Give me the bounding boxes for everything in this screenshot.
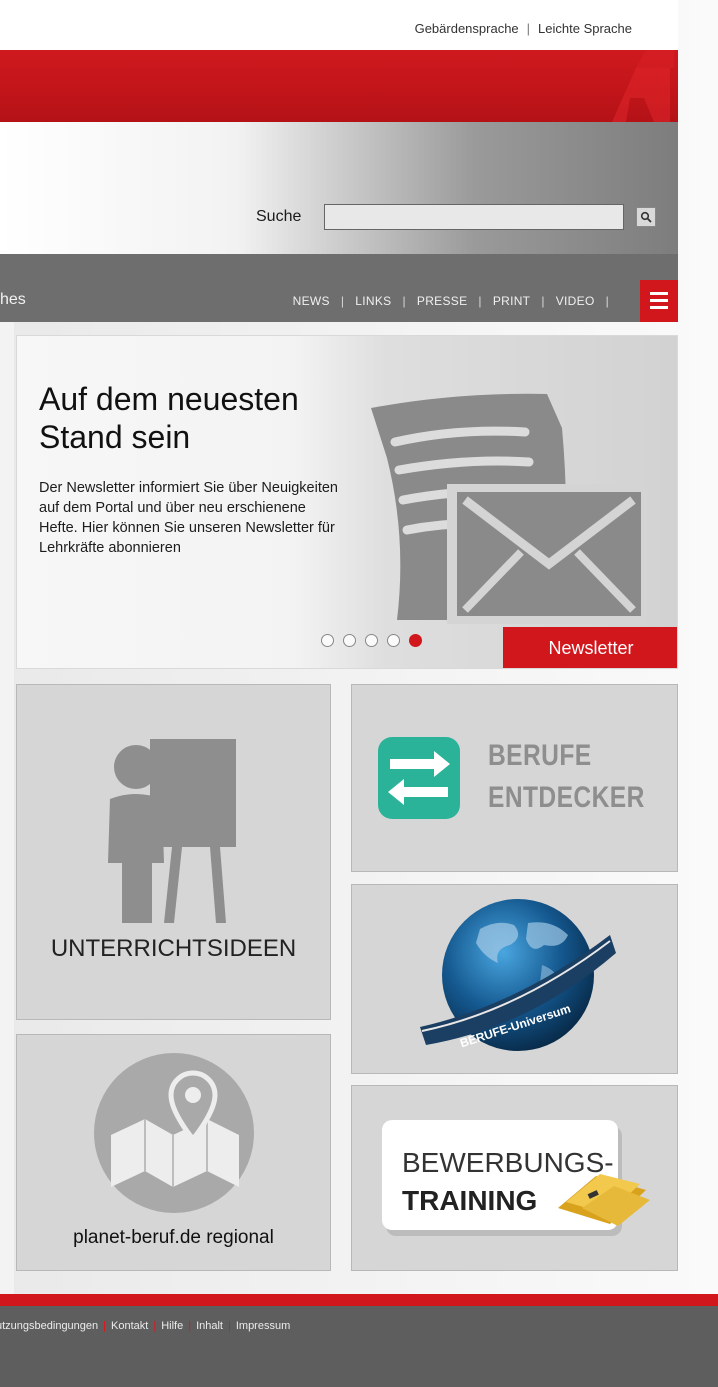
tile-bewerbungstraining[interactable]: BEWERBUNGS- TRAINING	[351, 1085, 678, 1271]
left-column-edge	[0, 322, 14, 1297]
hamburger-menu-icon[interactable]	[640, 280, 678, 322]
hero-title: Auf dem neuesten Stand sein	[39, 381, 299, 455]
footer-red-line	[0, 1294, 718, 1306]
footer-link-inhalt[interactable]: Inhalt	[196, 1320, 223, 1332]
nav-link-presse[interactable]: PRESSE	[417, 294, 468, 308]
slider-dot[interactable]	[343, 634, 356, 647]
agency-logo-icon	[612, 50, 674, 122]
search-button[interactable]	[636, 207, 656, 227]
newsletter-slider: Auf dem neuesten Stand sein Der Newslett…	[16, 335, 678, 669]
footer: utzungsbedingungen | Kontakt | Hilfe | Inhalt |…	[0, 1306, 718, 1387]
utility-bar: Gebärdensprache | Leichte Sprache	[0, 0, 678, 50]
slider-dot[interactable]	[365, 634, 378, 647]
footer-link-hilfe[interactable]: Hilfe	[161, 1320, 183, 1332]
tile-label-berufe: BERUFE	[488, 739, 592, 772]
arrows-exchange-icon	[378, 737, 460, 819]
utility-separator: |	[526, 21, 531, 36]
search-input[interactable]	[324, 204, 624, 230]
tile-berufe-entdecker[interactable]: BERUFE ENTDECKER	[351, 684, 678, 872]
slider-dots	[321, 634, 422, 647]
nav-separator: |	[402, 294, 406, 308]
footer-separator: |	[188, 1320, 192, 1332]
tile-berufe-universum[interactable]: BERUFE-Universum	[351, 884, 678, 1074]
footer-link-nutzungsbedingungen[interactable]: utzungsbedingungen	[0, 1320, 98, 1332]
tile-unterrichtsideen[interactable]: UNTERRICHTSIDEEN	[16, 684, 331, 1020]
nav-link-news[interactable]: NEWS	[293, 294, 330, 308]
map-pin-icon	[94, 1053, 254, 1213]
brand-band	[0, 50, 678, 122]
footer-separator: |	[153, 1320, 157, 1332]
footer-separator: |	[103, 1320, 107, 1332]
search-icon	[640, 211, 652, 223]
link-gebaerdensprache[interactable]: Gebärdensprache	[415, 21, 519, 36]
tile-label-regional: planet-beruf.de regional	[73, 1227, 274, 1248]
search-label: Suche	[256, 208, 302, 225]
newsletter-envelope-icon	[371, 393, 647, 624]
nav-link-print[interactable]: PRINT	[493, 294, 531, 308]
nav-title-fragment[interactable]: hes	[0, 291, 26, 309]
nav-separator: |	[541, 294, 545, 308]
footer-separator: |	[227, 1320, 231, 1332]
footer-links: utzungsbedingungen | Kontakt | Hilfe | Inhalt |…	[0, 1320, 290, 1332]
nav-separator: |	[605, 294, 609, 308]
nav-separator: |	[340, 294, 345, 308]
slider-dot[interactable]	[321, 634, 334, 647]
footer-link-kontakt[interactable]: Kontakt	[111, 1320, 148, 1332]
globe-icon: BERUFE-Universum	[420, 899, 616, 1051]
training-line2: TRAINING	[402, 1185, 537, 1216]
header-search-area: Suche	[0, 122, 678, 254]
tile-label-entdecker: ENTDECKER	[488, 781, 645, 814]
tile-label-unterrichtsideen: UNTERRICHTSIDEEN	[50, 935, 297, 962]
newsletter-button[interactable]: Newsletter	[503, 627, 677, 668]
slider-dot-active[interactable]	[409, 634, 422, 647]
folder-icon: BEWERBUNGS- TRAINING	[382, 1120, 650, 1236]
tile-planet-beruf-regional[interactable]: planet-beruf.de regional	[16, 1034, 331, 1271]
nav-link-links[interactable]: LINKS	[355, 294, 391, 308]
nav-link-video[interactable]: VIDEO	[556, 294, 595, 308]
hero-text: Der Newsletter informiert Sie über Neuig…	[39, 480, 338, 556]
presenter-icon	[108, 739, 236, 923]
nav-links: NEWS | LINKS | PRESSE | PRINT | VIDEO |	[293, 294, 620, 308]
footer-link-impressum[interactable]: Impressum	[236, 1320, 290, 1332]
utility-links: Gebärdensprache | Leichte Sprache	[415, 21, 632, 36]
training-line1: BEWERBUNGS-	[402, 1147, 614, 1178]
main-nav: hes NEWS | LINKS | PRESSE | PRINT | VIDEO |	[0, 254, 678, 322]
nav-separator: |	[478, 294, 482, 308]
slider-dot[interactable]	[387, 634, 400, 647]
link-leichte-sprache[interactable]: Leichte Sprache	[538, 21, 632, 36]
